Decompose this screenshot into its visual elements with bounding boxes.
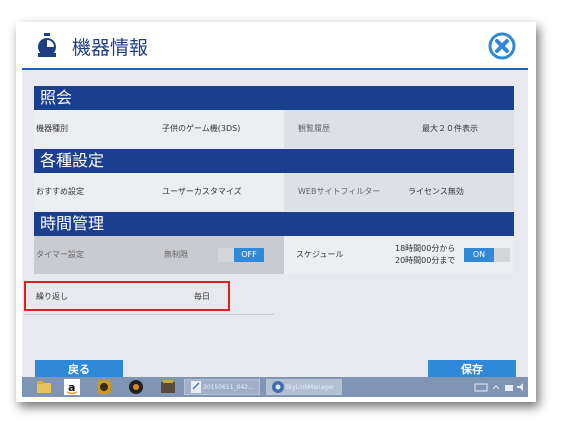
stopwatch-icon	[38, 33, 56, 57]
window-title: 機器情報	[72, 37, 149, 59]
timer-toggle-label: OFF	[234, 248, 264, 262]
schedule-toggle[interactable]: ON	[464, 248, 510, 262]
device-info-window: 機器情報 照会 機器種別 子供のゲーム機(3DS) 観覧履歴 最大２０件表示 各…	[22, 22, 528, 397]
inquiry-row: 機器種別 子供のゲーム機(3DS) 観覧履歴 最大２０件表示	[34, 110, 514, 148]
timer-toggle[interactable]: OFF	[218, 248, 264, 262]
gear-icon	[272, 381, 284, 393]
recommend-value[interactable]: ユーザーカスタマイズ	[162, 173, 242, 211]
timer-value: 無制限	[164, 250, 188, 259]
app-icon[interactable]	[96, 379, 112, 395]
time-row: タイマー設定 無制限 OFF スケジュール 18時間00分から 20時間00分ま…	[34, 236, 514, 274]
taskbar: a 20150611_042... SkyLinkManager	[22, 377, 528, 397]
highlight-box	[24, 281, 230, 311]
schedule-toggle-label: ON	[464, 248, 494, 262]
web-filter-value[interactable]: ライセンス無効	[408, 173, 464, 211]
device-type-value[interactable]: 子供のゲーム機(3DS)	[162, 110, 240, 148]
folder-icon[interactable]	[36, 379, 52, 395]
taskbar-task-skylink-label: SkyLinkManager	[285, 384, 335, 391]
section-header-time: 時間管理	[34, 212, 514, 236]
device-type-label: 機器種別	[36, 124, 68, 133]
file-icon	[191, 381, 201, 393]
keyboard-icon[interactable]	[474, 379, 488, 395]
taskbar-task-file-label: 20150611_042...	[203, 384, 254, 391]
title-bar: 機器情報	[22, 22, 528, 70]
network-icon[interactable]	[504, 379, 514, 395]
schedule-label: スケジュール	[296, 250, 344, 259]
web-filter-label: WEBサイトフィルター	[298, 187, 381, 196]
history-value[interactable]: 最大２０件表示	[422, 110, 478, 148]
recommend-label: おすすめ設定	[36, 187, 84, 196]
chevron-up-icon[interactable]	[492, 379, 500, 395]
close-icon[interactable]	[488, 32, 516, 60]
schedule-end: 20時間00分まで	[395, 256, 456, 265]
media-icon[interactable]	[128, 379, 144, 395]
settings-row: おすすめ設定 ユーザーカスタマイズ WEBサイトフィルター ライセンス無効	[34, 173, 514, 211]
section-header-inquiry: 照会	[34, 86, 514, 110]
timer-label: タイマー設定	[36, 250, 84, 259]
section-header-settings: 各種設定	[34, 149, 514, 173]
svg-text:a: a	[68, 381, 75, 394]
history-label: 観覧履歴	[298, 124, 330, 133]
volume-icon[interactable]	[516, 379, 526, 395]
schedule-start: 18時間00分から	[395, 244, 456, 253]
amazon-icon[interactable]: a	[64, 379, 80, 395]
video-icon[interactable]	[160, 379, 176, 395]
